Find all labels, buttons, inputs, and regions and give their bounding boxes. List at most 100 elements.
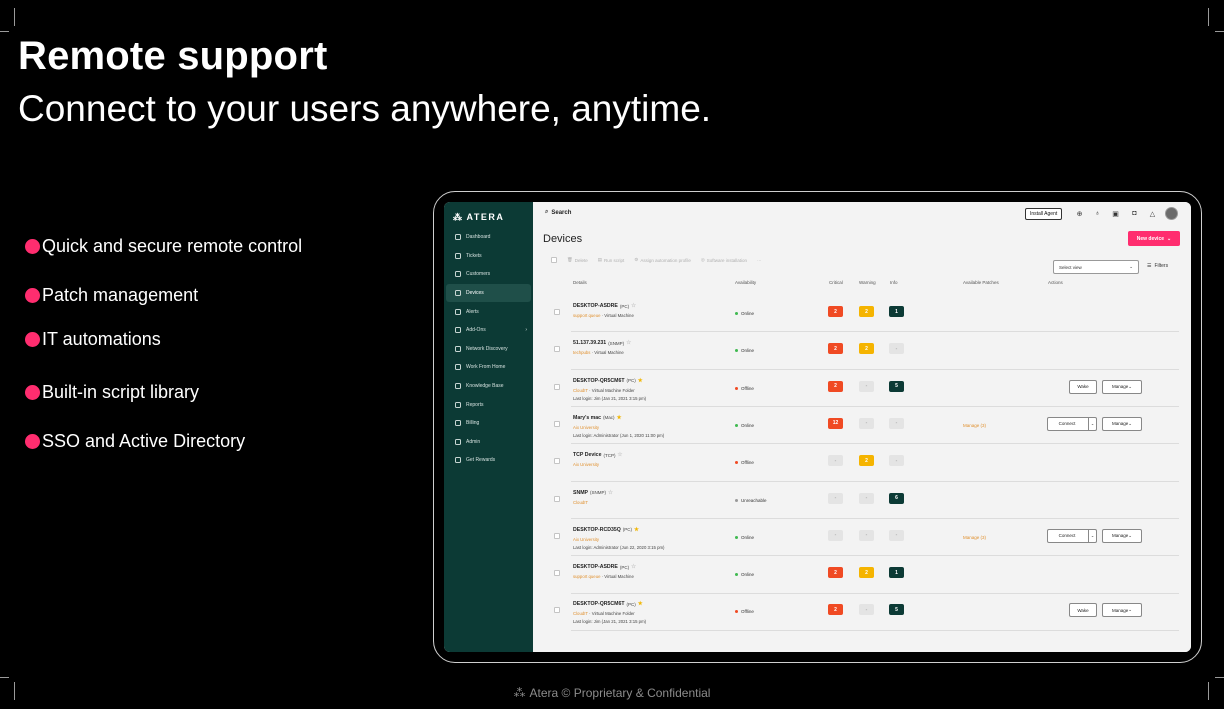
device-name-cell[interactable]: 51.137.39.231 (SNMP) ☆ [573,340,631,346]
star-icon[interactable]: ★ [634,527,639,533]
info-count-badge[interactable]: - [889,529,904,541]
info-count-badge[interactable]: - [889,455,904,467]
critical-count-badge[interactable]: - [828,455,843,467]
device-name[interactable]: DESKTOP-QR5CM6T [573,601,625,607]
wake-button[interactable]: Wake [1069,603,1097,618]
sidebar-item-admin[interactable]: Admin [446,433,531,452]
connect-button[interactable]: Connect ⌄ [1047,416,1097,431]
device-name-cell[interactable]: Mary's mac (Mac) ★ [573,415,622,421]
sidebar-item-knowledge-base[interactable]: Knowledge Base [446,377,531,396]
install-agent-button[interactable]: Install Agent [1025,208,1063,220]
device-customer-link[interactable]: CloudIT [573,500,588,505]
column-header-patches[interactable]: Available Patches [963,280,999,285]
sidebar-item-add-ons[interactable]: Add-Ons › [446,321,531,340]
row-checkbox[interactable] [554,309,560,315]
lightbulb-icon[interactable]: ♁ [1093,209,1102,218]
info-count-badge[interactable]: 5 [889,380,904,392]
sidebar-item-get-rewards[interactable]: Get Rewards [446,451,531,470]
star-icon[interactable]: ☆ [608,490,613,496]
column-header-warning[interactable]: Warning [859,280,876,285]
device-name[interactable]: 51.137.39.231 [573,340,606,346]
column-header-info[interactable]: Info [890,280,898,285]
filters-button[interactable]: ☰ Filters [1147,263,1168,269]
chevron-down-icon[interactable]: ⌄ [1088,529,1096,542]
delete-button[interactable]: 🗑 Delete [567,257,588,263]
star-icon[interactable]: ★ [638,378,643,384]
device-customer-link[interactable]: techpubs [573,350,590,355]
row-checkbox[interactable] [554,383,560,390]
sidebar-item-billing[interactable]: Billing [446,414,531,433]
more-button[interactable]: ··· [757,258,762,263]
user-avatar[interactable] [1165,207,1178,220]
manage-button[interactable]: Manage ⌄ [1102,379,1142,394]
column-header-actions[interactable]: Actions [1048,280,1063,285]
star-icon[interactable]: ★ [638,601,643,607]
global-search[interactable]: ⌕ Search [545,209,571,216]
device-customer-link[interactable]: support queue [573,313,600,318]
critical-count-badge[interactable]: 2 [828,380,843,392]
device-customer-link[interactable]: support queue [573,574,600,579]
warning-count-badge[interactable]: 2 [859,567,874,579]
sidebar-item-tickets[interactable]: Tickets [446,247,531,266]
warning-icon[interactable]: △ [1148,209,1157,218]
device-customer-link[interactable]: CloudIT [573,611,588,616]
warning-count-badge[interactable]: 2 [859,306,874,317]
device-customer-link[interactable]: Aix University [573,537,599,542]
sidebar-item-work-from-home[interactable]: Work From Home [446,358,531,377]
column-header-critical[interactable]: Critical [829,280,843,285]
manage-button[interactable]: Manage ⌄ [1102,416,1142,431]
critical-count-badge[interactable]: - [828,529,843,541]
star-icon[interactable]: ☆ [617,452,622,458]
warning-count-badge[interactable]: - [859,604,874,616]
assign-profile-button[interactable]: ⚙ Assign automation profile [634,257,691,263]
device-name-cell[interactable]: DESKTOP-QR5CM6T (PC) ★ [573,378,643,384]
sidebar-item-reports[interactable]: Reports [446,395,531,414]
device-name-cell[interactable]: DESKTOP-QR5CM6T (PC) ★ [573,601,643,607]
device-name-cell[interactable]: DESKTOP-ASDRE (PC) ☆ [573,303,636,309]
warning-count-badge[interactable]: - [859,380,874,392]
row-checkbox[interactable] [554,607,560,614]
warning-count-badge[interactable]: - [859,417,874,429]
device-name-cell[interactable]: DESKTOP-RCD35Q (PC) ★ [573,527,639,533]
star-icon[interactable]: ☆ [631,303,636,309]
sidebar-item-devices[interactable]: Devices [446,283,531,303]
software-install-button[interactable]: ◎ Software installation [701,257,747,263]
device-customer-link[interactable]: CloudIT [573,388,588,393]
warning-count-badge[interactable]: 2 [859,455,874,467]
critical-count-badge[interactable]: 2 [828,567,843,579]
device-name-cell[interactable]: DESKTOP-ASDRE (PC) ☆ [573,564,636,570]
device-customer-link[interactable]: Aix University [573,462,599,467]
device-name-cell[interactable]: TCP Device (TCP) ☆ [573,452,622,458]
manage-button[interactable]: Manage ⌄ [1102,528,1142,543]
bell-icon[interactable]: ◘ [1130,209,1139,218]
chevron-down-icon[interactable]: ⌄ [1088,417,1096,430]
critical-count-badge[interactable]: 2 [828,343,843,355]
device-name[interactable]: Mary's mac [573,415,601,421]
row-checkbox[interactable] [554,458,560,465]
sidebar-item-customers[interactable]: Customers [446,265,531,284]
device-name[interactable]: DESKTOP-RCD35Q [573,527,621,533]
wake-button[interactable]: Wake [1069,379,1097,394]
plus-icon[interactable]: ⊕ [1075,209,1084,218]
device-name[interactable]: SNMP [573,490,588,496]
device-name[interactable]: DESKTOP-QR5CM6T [573,378,625,384]
star-icon[interactable]: ☆ [626,340,631,346]
sidebar-item-alerts[interactable]: Alerts [446,302,531,321]
warning-count-badge[interactable]: - [859,529,874,541]
device-customer-link[interactable]: Aix University [573,425,599,430]
row-checkbox[interactable] [554,570,560,577]
manage-button[interactable]: Manage ⌄ [1102,603,1142,618]
info-count-badge[interactable]: 5 [889,604,904,616]
row-checkbox[interactable] [554,532,560,539]
manage-patches-link[interactable]: Manage (3) [963,535,986,540]
row-checkbox[interactable] [554,495,560,502]
info-count-badge[interactable]: - [889,343,904,355]
info-count-badge[interactable]: 1 [889,567,904,579]
device-name-cell[interactable]: SNMP (SNMP) ☆ [573,490,613,496]
star-icon[interactable]: ★ [617,415,622,421]
sidebar-item-dashboard[interactable]: Dashboard [446,228,531,247]
critical-count-badge[interactable]: 2 [828,306,843,317]
connect-button[interactable]: Connect ⌄ [1047,528,1097,543]
critical-count-badge[interactable]: 2 [828,604,843,616]
select-view-dropdown[interactable]: Select view ⌄ [1053,260,1139,274]
